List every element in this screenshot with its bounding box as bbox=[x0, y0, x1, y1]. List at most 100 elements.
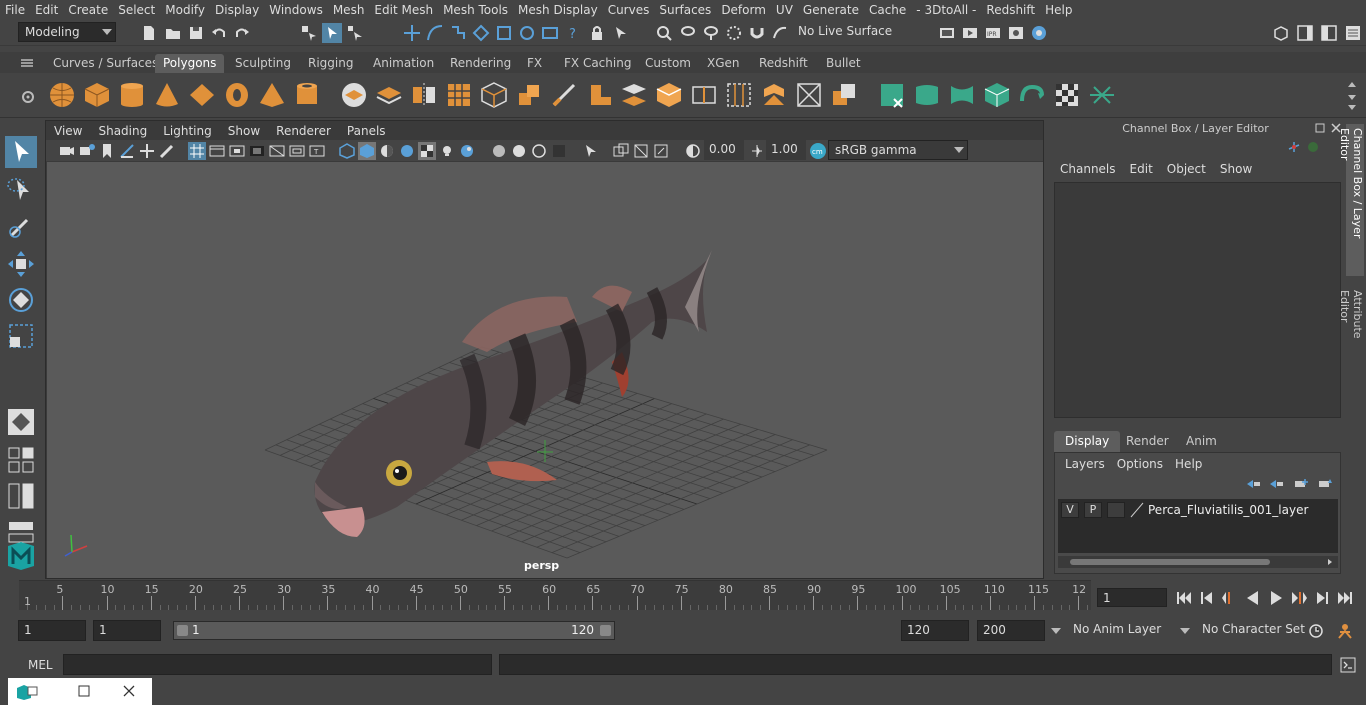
menu-modify[interactable]: Modify bbox=[160, 3, 210, 17]
range-end-handle[interactable] bbox=[600, 625, 611, 636]
layer-scrollbar-thumb[interactable] bbox=[1070, 559, 1270, 565]
menu-redshift[interactable]: Redshift bbox=[981, 3, 1040, 17]
color-space-dropdown[interactable]: sRGB gamma bbox=[828, 140, 968, 160]
viewport-menu-show[interactable]: Show bbox=[220, 124, 268, 138]
shelf-tab-sculpting[interactable]: Sculpting bbox=[227, 54, 299, 73]
select-object-icon[interactable] bbox=[322, 23, 342, 43]
menu-surfaces[interactable]: Surfaces bbox=[654, 3, 716, 17]
step-back-icon[interactable] bbox=[1198, 589, 1216, 607]
open-scene-icon[interactable] bbox=[164, 24, 182, 42]
paint-select-icon[interactable] bbox=[702, 24, 720, 42]
combine-icon[interactable] bbox=[340, 81, 368, 109]
close-icon[interactable] bbox=[122, 684, 136, 698]
bookmark-icon[interactable] bbox=[98, 142, 116, 160]
wireframe-shading-icon[interactable] bbox=[338, 142, 356, 160]
film-gate-icon[interactable] bbox=[208, 142, 226, 160]
maya-window-icon[interactable] bbox=[16, 684, 38, 700]
viewport-menu-lighting[interactable]: Lighting bbox=[155, 124, 220, 138]
multi-cut-icon[interactable] bbox=[550, 81, 578, 109]
lasso-icon[interactable] bbox=[679, 24, 697, 42]
step-forward-key-icon[interactable] bbox=[1290, 589, 1308, 607]
go-to-end-icon[interactable] bbox=[1336, 589, 1354, 607]
poly-cube-icon[interactable] bbox=[83, 81, 111, 109]
layer-menu-help[interactable]: Help bbox=[1169, 457, 1208, 471]
uv-cylindrical-icon[interactable] bbox=[913, 81, 941, 109]
playback-range-bar[interactable]: 1 120 bbox=[173, 621, 615, 640]
channel-menu-object[interactable]: Object bbox=[1160, 162, 1213, 176]
frame-selection-icon[interactable] bbox=[652, 142, 670, 160]
backface-culling-icon[interactable] bbox=[632, 142, 650, 160]
magnet-icon[interactable] bbox=[748, 24, 766, 42]
uv-unfold-icon[interactable] bbox=[1018, 81, 1046, 109]
step-forward-icon[interactable] bbox=[1313, 589, 1331, 607]
camera-attributes-icon[interactable] bbox=[78, 142, 96, 160]
xray-icon[interactable] bbox=[612, 142, 630, 160]
xray-joints-icon[interactable] bbox=[582, 142, 600, 160]
safe-action-icon[interactable] bbox=[288, 142, 306, 160]
uv-editor-icon[interactable] bbox=[1088, 81, 1116, 109]
extrude-icon[interactable] bbox=[515, 81, 543, 109]
shelf-tab-rigging[interactable]: Rigging bbox=[300, 54, 361, 73]
shelf-tab-animation[interactable]: Animation bbox=[365, 54, 442, 73]
channel-menu-show[interactable]: Show bbox=[1213, 162, 1259, 176]
range-start-handle[interactable] bbox=[177, 625, 188, 636]
snap-curve-icon[interactable] bbox=[426, 24, 444, 42]
shelf-tab-custom[interactable]: Custom bbox=[637, 54, 699, 73]
go-to-start-icon[interactable] bbox=[1175, 589, 1193, 607]
shelf-tab-rendering[interactable]: Rendering bbox=[442, 54, 519, 73]
layer-row[interactable]: V P Perca_Fluviatilis_001_layer bbox=[1058, 499, 1338, 521]
select-hierarchy-icon[interactable] bbox=[300, 24, 318, 42]
animation-start-field[interactable]: 1 bbox=[18, 620, 86, 641]
poly-plane-icon[interactable] bbox=[188, 81, 216, 109]
exposure-icon[interactable] bbox=[684, 142, 702, 160]
construction-history-icon[interactable] bbox=[518, 24, 536, 42]
textured-icon[interactable] bbox=[418, 142, 436, 160]
playback-start-field[interactable]: 1 bbox=[93, 620, 161, 641]
side-tab-attribute-editor[interactable]: Attribute Editor bbox=[1338, 286, 1364, 372]
bevel-icon[interactable] bbox=[585, 81, 613, 109]
symmetry-icon[interactable] bbox=[655, 24, 673, 42]
insert-edge-loop-icon[interactable] bbox=[690, 81, 718, 109]
render-settings-icon[interactable] bbox=[938, 24, 956, 42]
uv-spherical-icon[interactable] bbox=[948, 81, 976, 109]
poly-pyramid-icon[interactable] bbox=[258, 81, 286, 109]
resolution-gate-icon[interactable] bbox=[228, 142, 246, 160]
manipulator-axis-icon[interactable] bbox=[1287, 140, 1301, 154]
menu-select[interactable]: Select bbox=[113, 3, 160, 17]
field-chart-icon[interactable] bbox=[268, 142, 286, 160]
color-management-icon[interactable]: cm bbox=[809, 142, 827, 160]
workspace-icon[interactable] bbox=[1272, 24, 1290, 42]
command-input[interactable] bbox=[63, 654, 492, 675]
menu-mesh-tools[interactable]: Mesh Tools bbox=[438, 3, 513, 17]
auto-key-icon[interactable] bbox=[1307, 622, 1325, 640]
ipr-render-icon[interactable]: IPR bbox=[984, 24, 1002, 42]
mirror-icon[interactable] bbox=[410, 81, 438, 109]
side-tab-channel-box[interactable]: Channel Box / Layer Editor bbox=[1338, 124, 1364, 276]
lasso-tool-icon[interactable] bbox=[5, 174, 37, 206]
paint-select-tool-icon[interactable] bbox=[5, 210, 37, 242]
snap-point-icon[interactable] bbox=[449, 24, 467, 42]
grid-toggle-icon[interactable] bbox=[188, 142, 206, 160]
viewport-menu-shading[interactable]: Shading bbox=[90, 124, 155, 138]
lock-icon[interactable] bbox=[588, 24, 606, 42]
menu-uv[interactable]: UV bbox=[771, 3, 798, 17]
shelf-tab-curves-surfaces[interactable]: Curves / Surfaces bbox=[45, 54, 166, 73]
viewport-menu-renderer[interactable]: Renderer bbox=[268, 124, 339, 138]
script-editor-icon[interactable] bbox=[1339, 656, 1357, 674]
layout-four-view-icon[interactable] bbox=[5, 444, 37, 476]
maximize-icon[interactable] bbox=[78, 685, 90, 697]
help-icon[interactable]: ? bbox=[564, 24, 582, 42]
offset-edge-loop-icon[interactable] bbox=[725, 81, 753, 109]
depth-of-field-icon[interactable] bbox=[530, 142, 548, 160]
animation-preferences-icon[interactable] bbox=[1336, 622, 1354, 640]
layout-two-view-icon[interactable] bbox=[5, 480, 37, 512]
shadows-icon[interactable] bbox=[398, 142, 416, 160]
layer-tab-display[interactable]: Display bbox=[1054, 431, 1121, 452]
menu-mesh[interactable]: Mesh bbox=[328, 3, 370, 17]
shelf-tab-fx-caching[interactable]: FX Caching bbox=[556, 54, 639, 73]
append-polygon-icon[interactable] bbox=[655, 81, 683, 109]
menu-curves[interactable]: Curves bbox=[603, 3, 655, 17]
bridge-icon[interactable] bbox=[620, 81, 648, 109]
play-forward-icon[interactable] bbox=[1267, 589, 1285, 607]
shelf-tab-fx[interactable]: FX bbox=[519, 54, 550, 73]
